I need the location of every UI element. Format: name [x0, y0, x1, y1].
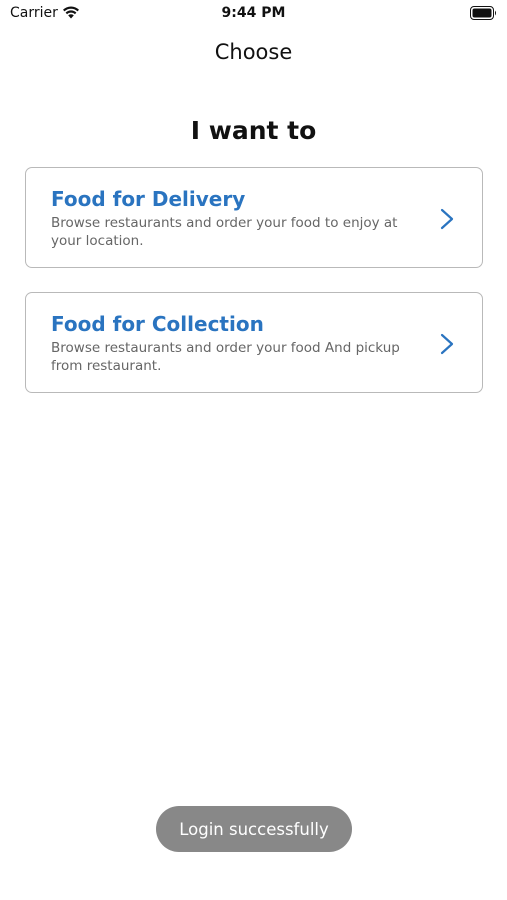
page-heading: I want to: [190, 116, 317, 145]
collection-option-card[interactable]: Food for Collection Browse restaurants a…: [25, 292, 483, 393]
collection-option-title: Food for Collection: [51, 312, 264, 336]
delivery-option-card[interactable]: Food for Delivery Browse restaurants and…: [25, 167, 483, 268]
status-bar: Carrier 9:44 PM: [0, 0, 507, 28]
status-time: 9:44 PM: [221, 5, 286, 21]
chevron-right-icon: [440, 333, 454, 355]
battery-icon: [470, 6, 496, 20]
toast-text: Login successfully: [179, 819, 329, 839]
toast-message: Login successfully: [156, 806, 352, 852]
delivery-option-description: Browse restaurants and order your food t…: [51, 215, 398, 249]
nav-title: Choose: [214, 40, 293, 64]
chevron-right-icon: [440, 208, 454, 230]
screen: Carrier 9:44 PM Choose I want to Food fo…: [0, 0, 507, 900]
delivery-option-title: Food for Delivery: [51, 187, 246, 211]
collection-option-description: Browse restaurants and order your food A…: [51, 340, 400, 374]
